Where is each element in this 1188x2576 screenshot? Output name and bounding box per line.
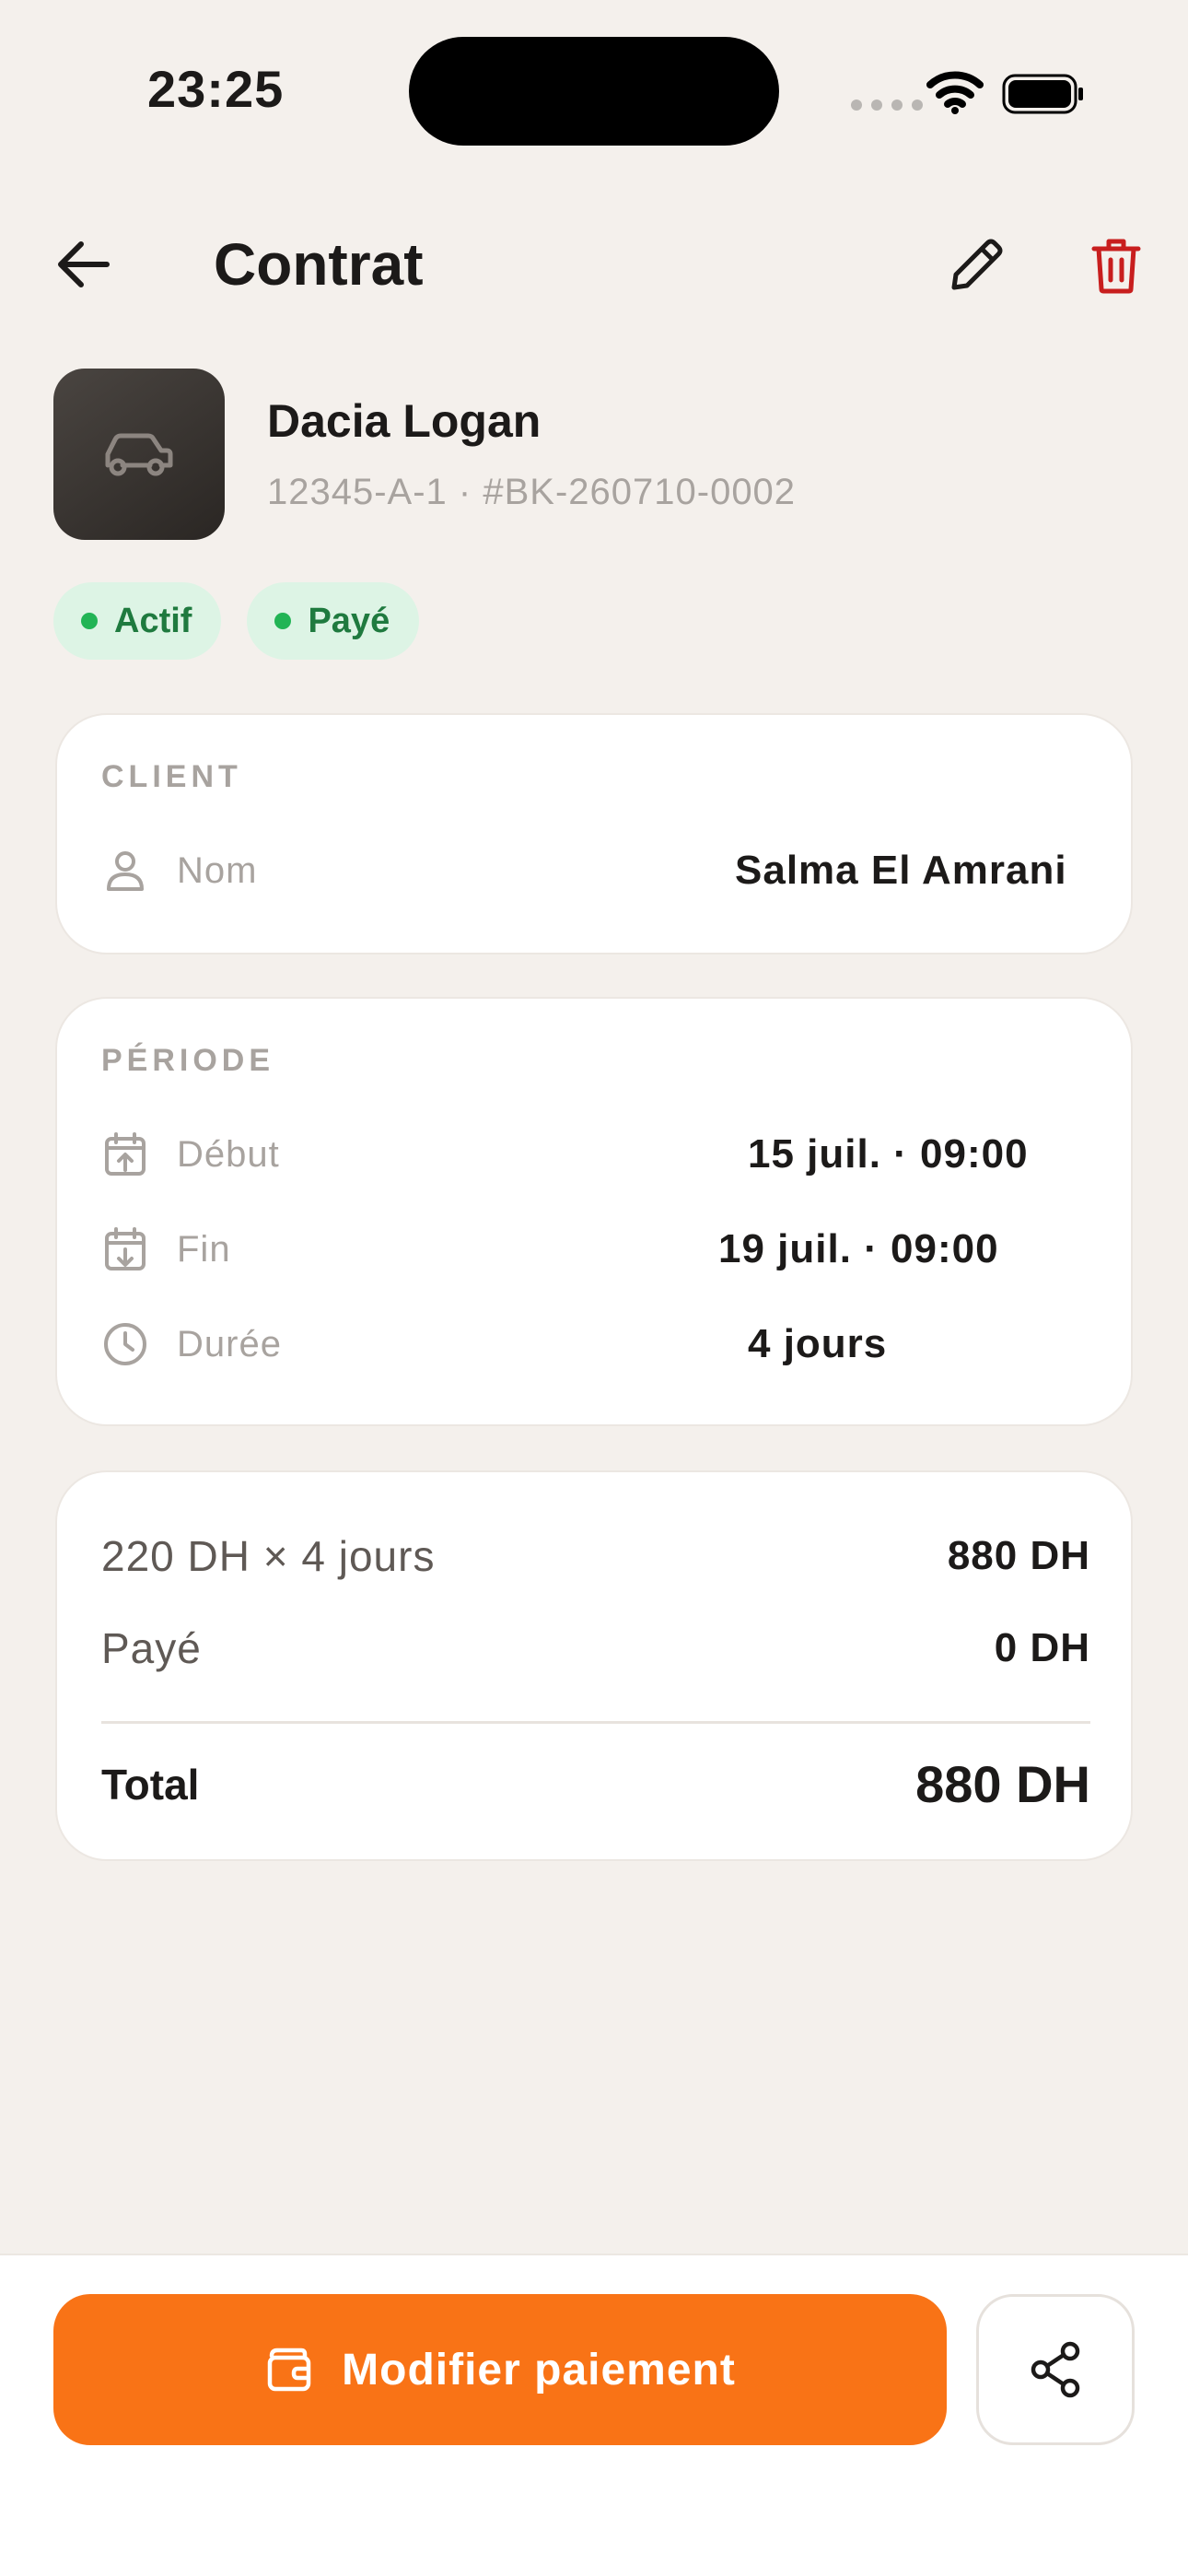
rate-row: 220 DH × 4 jours 880 DH <box>101 1531 1090 1581</box>
share-button[interactable] <box>976 2294 1135 2445</box>
period-end-row: Fin 19 juil. · 09:00 <box>101 1217 1090 1282</box>
period-start-value: 15 juil. · 09:00 <box>748 1131 1029 1177</box>
total-value: 880 DH <box>915 1755 1090 1813</box>
vehicle-reference: 12345-A-1 · #BK-260710-0002 <box>267 472 797 512</box>
header: Contrat <box>0 212 1188 313</box>
status-dot <box>274 613 292 629</box>
pricing-card: 220 DH × 4 jours 880 DH Payé 0 DH Total … <box>55 1470 1133 1861</box>
calendar-end-icon <box>105 1227 146 1270</box>
total-row: Total 880 DH <box>101 1754 1090 1814</box>
row-label: Début <box>177 1133 280 1175</box>
section-label-period: PÉRIODE <box>101 1043 275 1078</box>
rate-label: 220 DH × 4 jours <box>101 1532 436 1580</box>
client-name-row: Nom Salma El Amrani <box>101 838 1090 903</box>
contract-screen: 23:25 Contrat Dacia Logan 12345-A-1 · #B… <box>0 0 1188 2576</box>
row-label: Nom <box>177 849 258 891</box>
battery-icon <box>1002 74 1083 114</box>
modify-payment-label: Modifier paiement <box>342 2345 736 2395</box>
delete-button[interactable] <box>1079 228 1153 302</box>
wallet-icon <box>267 2348 311 2392</box>
section-label-client: CLIENT <box>101 759 242 794</box>
car-icon <box>105 433 173 476</box>
row-label: Fin <box>177 1228 231 1270</box>
clock-icon <box>104 1323 146 1365</box>
paid-label: Payé <box>101 1624 202 1672</box>
share-icon <box>1031 2341 1080 2398</box>
client-name-value: Salma El Amrani <box>735 848 1067 893</box>
status-dot <box>81 613 98 629</box>
status-bar: 23:25 <box>0 0 1188 184</box>
period-start-row: Début 15 juil. · 09:00 <box>101 1122 1090 1187</box>
edit-button[interactable] <box>939 228 1013 302</box>
divider <box>101 1721 1090 1724</box>
paid-row: Payé 0 DH <box>101 1623 1090 1673</box>
period-card: PÉRIODE Début 15 juil. · 09:00 Fin 19 ju… <box>55 997 1133 1426</box>
dynamic-island <box>409 37 779 146</box>
row-label: Durée <box>177 1323 282 1364</box>
user-icon <box>107 851 144 891</box>
pencil-icon <box>951 239 1003 290</box>
total-label: Total <box>101 1760 200 1809</box>
modify-payment-button[interactable]: Modifier paiement <box>53 2294 947 2445</box>
back-button[interactable] <box>46 232 120 297</box>
period-duration-row: Durée 4 jours <box>101 1312 1090 1376</box>
period-end-value: 19 juil. · 09:00 <box>718 1226 999 1271</box>
status-badge-active: Actif <box>53 582 222 660</box>
paid-value: 0 DH <box>994 1625 1090 1670</box>
badge-label: Actif <box>114 601 192 640</box>
client-card: CLIENT Nom Salma El Amrani <box>55 713 1133 954</box>
period-duration-value: 4 jours <box>748 1321 888 1366</box>
wifi-icon <box>926 71 984 114</box>
cellular-signal-icon <box>851 100 923 111</box>
trash-icon <box>1091 239 1141 294</box>
vehicle-name: Dacia Logan <box>267 395 542 447</box>
badge-label: Payé <box>308 601 390 640</box>
status-badges: Actif Payé <box>53 582 420 660</box>
rate-value: 880 DH <box>947 1533 1090 1578</box>
bottom-action-bar: Modifier paiement <box>0 2254 1188 2576</box>
calendar-start-icon <box>105 1132 146 1176</box>
vehicle-thumbnail <box>53 369 225 540</box>
status-time: 23:25 <box>147 60 285 118</box>
status-badge-paid: Payé <box>247 582 420 660</box>
arrow-left-icon <box>58 241 110 287</box>
page-title: Contrat <box>214 231 424 298</box>
